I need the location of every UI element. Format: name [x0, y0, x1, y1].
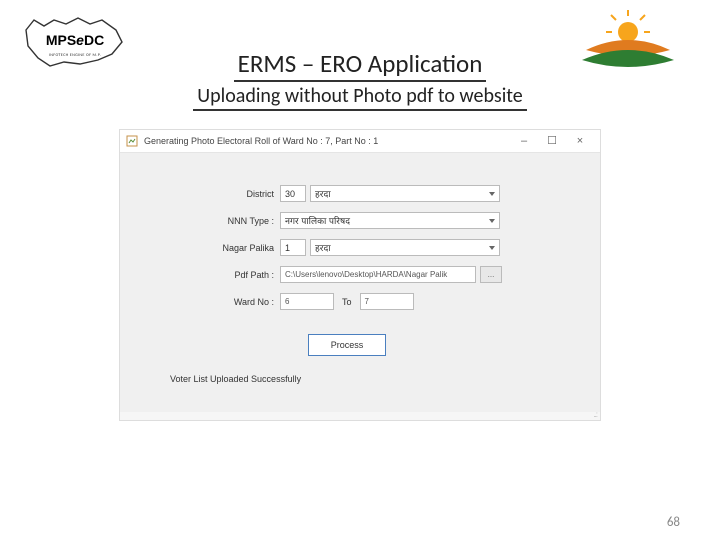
browse-button[interactable]: ...	[480, 266, 502, 283]
svg-text:INFOTECH ENGINE OF M.P.: INFOTECH ENGINE OF M.P.	[49, 53, 101, 58]
nagar-palika-code: 1	[280, 239, 306, 256]
ward-to-label: To	[338, 297, 356, 307]
district-label: District	[120, 189, 280, 199]
nnn-type-select[interactable]: नगर पालिका परिषद	[280, 212, 500, 229]
logo-mpsedc: MPSeDC INFOTECH ENGINE OF M.P.	[20, 12, 130, 72]
slide-subtitle: Uploading without Photo pdf to website	[193, 84, 526, 111]
minimize-button[interactable]: –	[510, 134, 538, 148]
district-code: 30	[280, 185, 306, 202]
close-button[interactable]: ×	[566, 134, 594, 148]
window-titlebar: Generating Photo Electoral Roll of Ward …	[120, 130, 600, 153]
nnn-type-label: NNN Type :	[120, 216, 280, 226]
resize-grip[interactable]: ..:	[120, 412, 600, 420]
app-icon	[126, 135, 138, 147]
slide-title: ERMS – ERO Application	[234, 48, 487, 82]
nagar-palika-label: Nagar Palika	[120, 243, 280, 253]
logo-sunrise	[578, 10, 678, 72]
process-button[interactable]: Process	[308, 334, 387, 356]
status-message: Voter List Uploaded Successfully	[120, 374, 574, 398]
district-select[interactable]: हरदा	[310, 185, 500, 202]
app-window: Generating Photo Electoral Roll of Ward …	[119, 129, 601, 421]
svg-text:MPSeDC: MPSeDC	[46, 32, 104, 48]
ward-no-label: Ward No :	[120, 297, 280, 307]
pdf-path-label: Pdf Path :	[120, 270, 280, 280]
ward-to-input[interactable]: 7	[360, 293, 414, 310]
maximize-button[interactable]: ☐	[538, 134, 566, 148]
page-number: 68	[667, 515, 680, 530]
pdf-path-input[interactable]: C:\Users\lenovo\Desktop\HARDA\Nagar Pali…	[280, 266, 476, 283]
ward-from-input[interactable]: 6	[280, 293, 334, 310]
nagar-palika-select[interactable]: हरदा	[310, 239, 500, 256]
window-title: Generating Photo Electoral Roll of Ward …	[144, 136, 510, 146]
